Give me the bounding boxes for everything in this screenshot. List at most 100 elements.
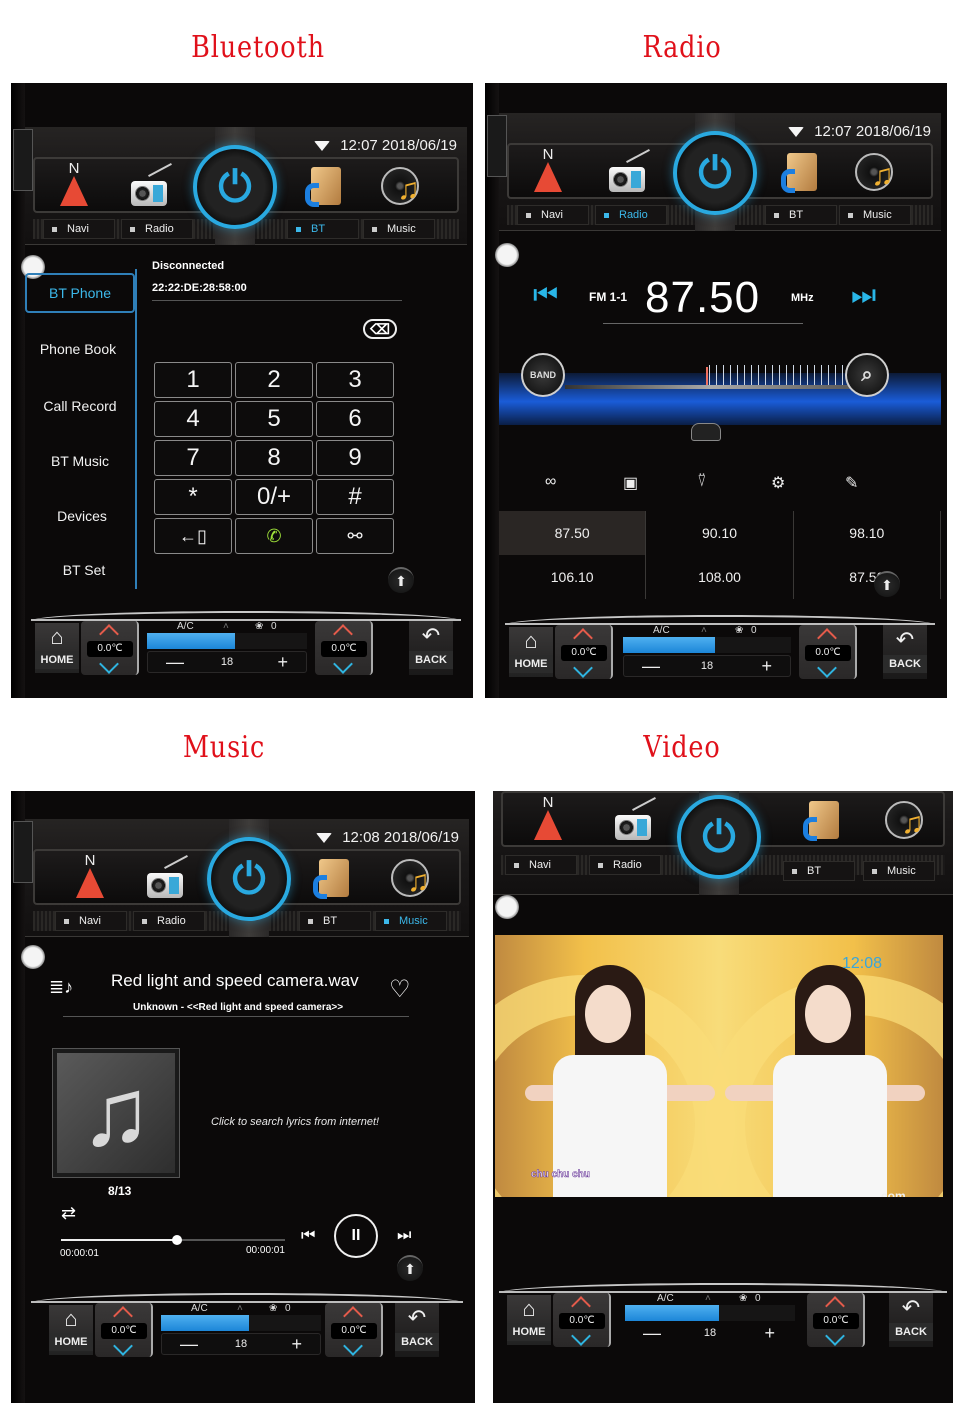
sidebar-item-call-record[interactable]: Call Record bbox=[25, 398, 135, 414]
power-button[interactable]: ⏻ bbox=[193, 145, 277, 229]
bt-phonebook-icon[interactable] bbox=[775, 147, 825, 197]
airflow-up-icon[interactable]: ˄ bbox=[223, 621, 229, 632]
music-disc-icon[interactable]: ♫ bbox=[849, 147, 899, 197]
dial-key[interactable]: 3 bbox=[316, 362, 394, 398]
sidebar-item-bt-set[interactable]: BT Set bbox=[29, 562, 139, 578]
ac-minus-button[interactable]: — bbox=[643, 1323, 661, 1343]
scroll-up-button[interactable]: ⬆ bbox=[874, 571, 900, 597]
nav-music[interactable]: Music bbox=[863, 861, 935, 881]
radio-icon[interactable] bbox=[139, 853, 189, 903]
music-disc-icon[interactable]: ♫ bbox=[375, 161, 425, 211]
preset-station[interactable]: 108.00 bbox=[646, 555, 794, 599]
back-button[interactable]: ↶ BACK bbox=[409, 621, 453, 675]
band-button[interactable]: BAND bbox=[521, 353, 565, 397]
preset-station[interactable]: 87.50 bbox=[499, 511, 647, 555]
home-button[interactable]: ⌂ HOME bbox=[49, 1305, 93, 1355]
transfer-to-phone-button[interactable]: ←▯ bbox=[154, 518, 232, 554]
airflow-up-icon[interactable]: ˄ bbox=[237, 1303, 243, 1314]
nav-navi[interactable]: Navi bbox=[43, 219, 115, 239]
settings-icon[interactable]: ⚙ bbox=[771, 473, 785, 493]
ac-plus-button[interactable]: + bbox=[761, 656, 772, 676]
repeat-icon[interactable]: ⇄ bbox=[61, 1203, 76, 1224]
ac-minus-button[interactable]: — bbox=[180, 1334, 198, 1354]
floating-assist-button[interactable] bbox=[495, 243, 519, 267]
nav-music[interactable]: Music bbox=[839, 205, 911, 225]
nav-bt[interactable]: BT bbox=[765, 205, 837, 225]
temp-down-button[interactable] bbox=[817, 658, 837, 678]
ac-label[interactable]: A/C bbox=[191, 1303, 208, 1314]
floating-assist-button[interactable] bbox=[495, 895, 519, 919]
airflow-up-icon[interactable]: ˄ bbox=[705, 1293, 711, 1304]
nav-music[interactable]: Music bbox=[375, 911, 447, 931]
nav-radio[interactable]: Radio bbox=[595, 205, 667, 225]
nav-bt[interactable]: BT bbox=[299, 911, 371, 931]
dial-key[interactable]: 7 bbox=[154, 440, 232, 476]
music-disc-icon[interactable]: ♫ bbox=[879, 795, 929, 845]
nav-bt[interactable]: BT bbox=[287, 219, 359, 239]
power-button[interactable]: ⏻ bbox=[677, 795, 761, 879]
previous-track-button[interactable]: ⏮ bbox=[301, 1227, 315, 1245]
sidebar-item-bt-music[interactable]: BT Music bbox=[25, 453, 135, 469]
bt-phonebook-icon[interactable] bbox=[299, 161, 349, 211]
compass-icon[interactable]: N bbox=[49, 161, 99, 211]
dial-key[interactable]: 2 bbox=[235, 362, 313, 398]
save-icon[interactable]: ▣ bbox=[623, 473, 638, 493]
ac-level-bar[interactable] bbox=[161, 1315, 249, 1331]
scroll-up-button[interactable]: ⬆ bbox=[388, 567, 414, 593]
play-pause-button[interactable]: II bbox=[334, 1214, 378, 1258]
dial-key[interactable]: 4 bbox=[154, 401, 232, 437]
temp-down-button[interactable] bbox=[99, 654, 119, 674]
ac-plus-button[interactable]: + bbox=[764, 1323, 775, 1343]
ac-level-bar[interactable] bbox=[623, 637, 716, 653]
preset-station[interactable]: 87.50 bbox=[794, 555, 941, 599]
dial-key[interactable]: 5 bbox=[235, 401, 313, 437]
home-button[interactable]: ⌂ HOME bbox=[35, 623, 79, 673]
airflow-up-icon[interactable]: ˄ bbox=[701, 625, 707, 636]
music-disc-icon[interactable]: ♫ bbox=[385, 853, 435, 903]
dial-key[interactable]: 8 bbox=[235, 440, 313, 476]
temp-down-button[interactable] bbox=[571, 1326, 591, 1346]
lyrics-search-link[interactable]: Click to search lyrics from internet! bbox=[211, 1116, 379, 1128]
nav-music[interactable]: Music bbox=[363, 219, 435, 239]
floating-assist-button[interactable] bbox=[21, 945, 45, 969]
ac-minus-button[interactable]: — bbox=[166, 652, 184, 672]
home-button[interactable]: ⌂ HOME bbox=[507, 1295, 551, 1345]
antenna-icon[interactable]: ⍢ bbox=[697, 473, 707, 491]
nav-navi[interactable]: Navi bbox=[505, 855, 577, 875]
tuner-scale[interactable] bbox=[703, 365, 843, 385]
compass-icon[interactable]: N bbox=[523, 147, 573, 197]
ac-level-bar[interactable] bbox=[625, 1305, 719, 1321]
link-button[interactable]: ⚯ bbox=[316, 518, 394, 554]
playlist-icon[interactable]: ≣♪ bbox=[49, 977, 73, 998]
stereo-icon[interactable]: ∞ bbox=[545, 473, 556, 491]
preset-station[interactable]: 106.10 bbox=[499, 555, 647, 599]
favorite-icon[interactable]: ♡ bbox=[389, 975, 411, 1004]
sidebar-item-phone-book[interactable]: Phone Book bbox=[23, 341, 133, 357]
temp-down-button[interactable] bbox=[113, 1336, 133, 1356]
ac-level-bar[interactable] bbox=[147, 633, 235, 649]
progress-bar[interactable] bbox=[61, 1235, 285, 1245]
call-button[interactable]: ✆ bbox=[235, 518, 313, 554]
radio-icon[interactable] bbox=[607, 795, 657, 845]
radio-icon[interactable] bbox=[123, 161, 173, 211]
compass-icon[interactable]: N bbox=[65, 853, 115, 903]
power-button[interactable]: ⏻ bbox=[207, 837, 291, 921]
back-button[interactable]: ↶ BACK bbox=[395, 1303, 439, 1357]
bt-phonebook-icon[interactable] bbox=[307, 853, 357, 903]
ac-label[interactable]: A/C bbox=[653, 625, 670, 636]
ac-label[interactable]: A/C bbox=[177, 621, 194, 632]
preset-station[interactable]: 90.10 bbox=[646, 511, 794, 555]
temp-down-button[interactable] bbox=[573, 658, 593, 678]
next-track-button[interactable]: ⏭ bbox=[397, 1227, 411, 1245]
nav-navi[interactable]: Navi bbox=[517, 205, 589, 225]
compass-icon[interactable]: N bbox=[523, 795, 573, 845]
sidebar-item-bt-phone[interactable]: BT Phone bbox=[25, 273, 135, 313]
power-button[interactable]: ⏻ bbox=[673, 131, 757, 215]
nav-radio[interactable]: Radio bbox=[589, 855, 661, 875]
ac-plus-button[interactable]: + bbox=[291, 1334, 302, 1354]
scan-button[interactable]: ⌕ bbox=[845, 353, 889, 397]
home-button[interactable]: ⌂ HOME bbox=[509, 627, 553, 677]
progress-knob[interactable] bbox=[172, 1235, 183, 1245]
dial-key[interactable]: 1 bbox=[154, 362, 232, 398]
preset-station[interactable]: 98.10 bbox=[794, 511, 941, 555]
